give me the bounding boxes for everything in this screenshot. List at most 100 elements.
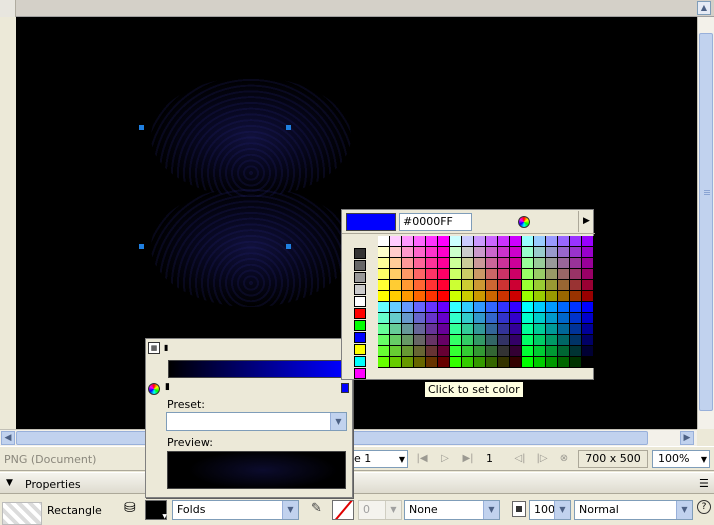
document-size-button[interactable]: 700 x 500 (578, 450, 648, 468)
color-swatch[interactable] (438, 236, 450, 247)
color-swatch[interactable] (462, 258, 474, 269)
stroke-width-select[interactable]: 0 ▼ (358, 500, 402, 520)
color-swatch[interactable] (498, 269, 510, 280)
color-swatch[interactable] (498, 324, 510, 335)
color-swatch[interactable] (474, 302, 486, 313)
color-swatch[interactable] (402, 280, 414, 291)
color-swatch[interactable] (438, 313, 450, 324)
hex-color-field[interactable]: #0000FF (399, 213, 472, 231)
color-swatch[interactable] (474, 346, 486, 357)
color-swatch[interactable] (438, 280, 450, 291)
color-swatch[interactable] (390, 313, 402, 324)
color-swatch[interactable] (426, 346, 438, 357)
color-swatch[interactable] (570, 324, 582, 335)
color-swatch[interactable] (378, 313, 390, 324)
color-swatch[interactable] (438, 346, 450, 357)
color-swatch[interactable] (390, 247, 402, 258)
color-swatch[interactable] (450, 258, 462, 269)
color-swatch[interactable] (582, 236, 594, 247)
color-swatch[interactable] (402, 269, 414, 280)
color-swatch[interactable] (438, 357, 450, 368)
color-swatch[interactable] (486, 346, 498, 357)
color-swatch[interactable] (414, 269, 426, 280)
color-swatch[interactable] (522, 313, 534, 324)
color-swatch[interactable] (558, 247, 570, 258)
color-swatch[interactable] (378, 302, 390, 313)
color-swatch[interactable] (402, 291, 414, 302)
color-swatch[interactable] (414, 302, 426, 313)
fill-color-swatch[interactable]: ▼ (145, 500, 167, 520)
swatch-options-arrow-icon[interactable]: ▶ (578, 211, 594, 232)
color-swatch[interactable] (582, 335, 594, 346)
color-swatch[interactable] (462, 291, 474, 302)
color-swatch[interactable] (510, 247, 522, 258)
first-frame-icon[interactable]: |◀ (414, 451, 430, 467)
color-swatch[interactable] (510, 324, 522, 335)
basic-color-swatch[interactable] (354, 296, 366, 307)
color-swatch[interactable] (486, 236, 498, 247)
color-swatch[interactable] (534, 247, 546, 258)
color-swatch[interactable] (582, 313, 594, 324)
collapse-triangle-icon[interactable]: ▼ (6, 478, 13, 488)
lock-icon[interactable]: ▮ (164, 342, 174, 354)
color-swatch[interactable] (498, 291, 510, 302)
color-swatch[interactable] (426, 258, 438, 269)
previous-frame-icon[interactable]: ◁| (512, 451, 528, 467)
color-swatch[interactable] (402, 346, 414, 357)
color-swatch[interactable] (522, 335, 534, 346)
color-swatch[interactable] (426, 313, 438, 324)
color-swatch[interactable] (414, 280, 426, 291)
color-swatch[interactable] (570, 269, 582, 280)
color-swatch[interactable] (546, 324, 558, 335)
color-swatch[interactable] (510, 291, 522, 302)
color-swatch[interactable] (474, 269, 486, 280)
basic-color-swatch[interactable] (354, 320, 366, 331)
color-swatch[interactable] (450, 346, 462, 357)
color-swatch[interactable] (402, 247, 414, 258)
color-swatch[interactable] (414, 291, 426, 302)
color-swatch[interactable] (582, 247, 594, 258)
color-swatch[interactable] (426, 335, 438, 346)
color-swatch[interactable] (486, 247, 498, 258)
color-swatch[interactable] (426, 280, 438, 291)
color-swatch[interactable] (378, 269, 390, 280)
color-swatch[interactable] (378, 291, 390, 302)
opacity-select[interactable]: 100 ▼ (529, 500, 571, 520)
help-icon[interactable]: ? (697, 500, 711, 514)
color-swatch[interactable] (390, 280, 402, 291)
color-swatch[interactable] (438, 269, 450, 280)
vertical-scrollbar[interactable] (697, 17, 714, 429)
color-swatch[interactable] (474, 258, 486, 269)
stroke-color-swatch[interactable] (332, 500, 354, 520)
color-swatch[interactable] (546, 236, 558, 247)
gradient-color-stop[interactable] (341, 383, 349, 393)
color-swatch[interactable] (438, 247, 450, 258)
color-swatch[interactable] (426, 302, 438, 313)
color-swatch[interactable] (474, 324, 486, 335)
vertical-scroll-thumb[interactable] (699, 33, 713, 411)
color-swatch[interactable] (534, 335, 546, 346)
color-swatch[interactable] (402, 357, 414, 368)
color-swatch[interactable] (582, 269, 594, 280)
color-swatch[interactable] (474, 280, 486, 291)
selection-handle[interactable] (286, 244, 291, 249)
color-swatch[interactable] (570, 258, 582, 269)
properties-panel-header[interactable]: ▼ Properties ☰ (0, 472, 714, 494)
color-swatch[interactable] (390, 357, 402, 368)
color-swatch[interactable] (390, 236, 402, 247)
color-swatch[interactable] (558, 335, 570, 346)
color-swatch[interactable] (534, 357, 546, 368)
color-swatch[interactable] (510, 269, 522, 280)
color-swatch[interactable] (450, 324, 462, 335)
color-swatch[interactable] (462, 324, 474, 335)
color-swatch[interactable] (378, 247, 390, 258)
color-swatch[interactable] (486, 335, 498, 346)
basic-color-swatch[interactable] (354, 284, 366, 295)
color-swatch[interactable] (390, 346, 402, 357)
color-swatch[interactable] (534, 236, 546, 247)
color-swatch[interactable] (414, 324, 426, 335)
color-swatch[interactable] (378, 346, 390, 357)
color-swatch[interactable] (546, 357, 558, 368)
color-swatch[interactable] (582, 258, 594, 269)
color-swatch[interactable] (450, 313, 462, 324)
